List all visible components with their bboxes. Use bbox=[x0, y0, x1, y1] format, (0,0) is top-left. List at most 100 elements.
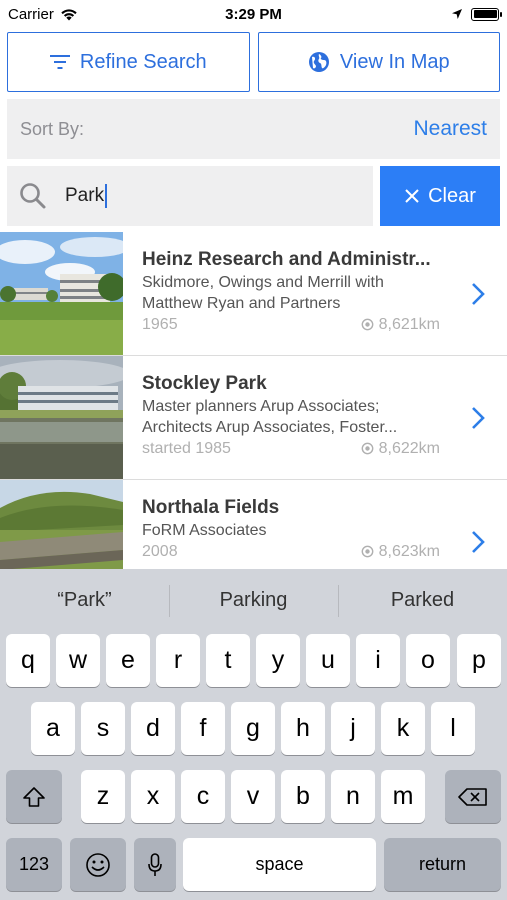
item-body: Stockley Park Master planners Arup Assoc… bbox=[123, 356, 507, 479]
key-x[interactable]: x bbox=[131, 770, 175, 823]
results-list[interactable]: Heinz Research and Administr... Skidmore… bbox=[0, 232, 507, 569]
key-q[interactable]: q bbox=[6, 634, 50, 687]
key-b[interactable]: b bbox=[281, 770, 325, 823]
key-j[interactable]: j bbox=[331, 702, 375, 755]
key-c[interactable]: c bbox=[181, 770, 225, 823]
key-w[interactable]: w bbox=[56, 634, 100, 687]
suggestion-item[interactable]: Parking bbox=[169, 584, 338, 617]
key-row-1: q w e r t y u i o p bbox=[0, 634, 507, 689]
item-distance: 8,623km bbox=[361, 541, 440, 562]
building-thumbnail bbox=[0, 480, 123, 569]
view-in-map-button[interactable]: View In Map bbox=[257, 32, 500, 92]
close-icon bbox=[405, 189, 419, 203]
carrier-label: Carrier bbox=[8, 5, 54, 23]
emoji-key[interactable] bbox=[70, 838, 126, 891]
search-field-value: Park bbox=[65, 184, 108, 208]
delete-key[interactable] bbox=[445, 770, 501, 823]
key-f[interactable]: f bbox=[181, 702, 225, 755]
key-y[interactable]: y bbox=[256, 634, 300, 687]
item-distance: 8,622km bbox=[361, 438, 440, 459]
key-d[interactable]: d bbox=[131, 702, 175, 755]
item-meta: started 1985 8,622km bbox=[142, 438, 440, 459]
item-subtitle: Skidmore, Owings and Merrill with Matthe… bbox=[142, 274, 384, 312]
key-s[interactable]: s bbox=[81, 702, 125, 755]
item-body: Northala Fields FoRM Associates 2008 8,6… bbox=[123, 480, 507, 569]
key-i[interactable]: i bbox=[356, 634, 400, 687]
suggestion-bar: “Park” Parking Parked bbox=[0, 569, 507, 631]
search-input[interactable]: Park bbox=[7, 166, 373, 226]
backspace-icon bbox=[458, 787, 487, 806]
key-u[interactable]: u bbox=[306, 634, 350, 687]
list-item[interactable]: Heinz Research and Administr... Skidmore… bbox=[0, 232, 507, 356]
emoji-icon bbox=[86, 852, 110, 877]
status-right bbox=[451, 7, 502, 21]
key-k[interactable]: k bbox=[381, 702, 425, 755]
key-v[interactable]: v bbox=[231, 770, 275, 823]
space-key[interactable]: space bbox=[183, 838, 376, 891]
list-item[interactable]: Stockley Park Master planners Arup Assoc… bbox=[0, 356, 507, 480]
sort-value-button[interactable]: Nearest bbox=[413, 117, 487, 141]
return-key[interactable]: return bbox=[384, 838, 501, 891]
key-row-4: 123 space return bbox=[0, 838, 507, 893]
shift-icon bbox=[23, 786, 45, 807]
item-distance: 8,621km bbox=[361, 314, 440, 335]
building-thumbnail bbox=[0, 356, 123, 479]
key-g[interactable]: g bbox=[231, 702, 275, 755]
status-bar: Carrier 3:29 PM bbox=[0, 0, 507, 28]
building-thumbnail bbox=[0, 232, 123, 355]
sort-row[interactable]: Sort By: Nearest bbox=[7, 99, 500, 159]
numbers-key[interactable]: 123 bbox=[6, 838, 62, 891]
key-l[interactable]: l bbox=[431, 702, 475, 755]
location-icon bbox=[361, 318, 374, 331]
item-title: Heinz Research and Administr... bbox=[142, 249, 431, 270]
location-arrow-icon bbox=[452, 9, 462, 19]
list-item[interactable]: Northala Fields FoRM Associates 2008 8,6… bbox=[0, 480, 507, 569]
key-h[interactable]: h bbox=[281, 702, 325, 755]
location-icon bbox=[361, 545, 374, 558]
suggestion-item[interactable]: Parked bbox=[338, 584, 507, 617]
chevron-right-icon[interactable] bbox=[471, 406, 485, 430]
key-r[interactable]: r bbox=[156, 634, 200, 687]
item-meta: 2008 8,623km bbox=[142, 541, 440, 562]
view-in-map-label: View In Map bbox=[339, 50, 450, 73]
sort-by-label: Sort By: bbox=[20, 118, 85, 139]
battery-icon bbox=[471, 7, 502, 21]
key-p[interactable]: p bbox=[457, 634, 501, 687]
item-body: Heinz Research and Administr... Skidmore… bbox=[123, 232, 507, 355]
clear-button[interactable]: Clear bbox=[380, 166, 500, 226]
refine-search-button[interactable]: Refine Search bbox=[7, 32, 250, 92]
chevron-right-icon[interactable] bbox=[471, 282, 485, 306]
microphone-icon bbox=[148, 852, 162, 876]
key-m[interactable]: m bbox=[381, 770, 425, 823]
item-subtitle: FoRM Associates bbox=[142, 522, 267, 539]
item-meta: 1965 8,621km bbox=[142, 314, 440, 335]
location-icon bbox=[361, 442, 374, 455]
globe-icon bbox=[308, 52, 329, 72]
suggestion-item[interactable]: “Park” bbox=[0, 589, 169, 612]
key-o[interactable]: o bbox=[406, 634, 450, 687]
filter-icon bbox=[49, 55, 70, 69]
item-title: Stockley Park bbox=[142, 373, 267, 394]
item-year: started 1985 bbox=[142, 440, 231, 457]
chevron-right-icon[interactable] bbox=[471, 530, 485, 554]
dictation-key[interactable] bbox=[134, 838, 176, 891]
key-t[interactable]: t bbox=[206, 634, 250, 687]
text-cursor bbox=[105, 184, 108, 208]
item-title: Northala Fields bbox=[142, 497, 280, 518]
key-n[interactable]: n bbox=[331, 770, 375, 823]
key-row-3: z x c v b n m bbox=[0, 770, 507, 825]
key-e[interactable]: e bbox=[106, 634, 150, 687]
item-subtitle: Master planners Arup Associates; Archite… bbox=[142, 398, 398, 436]
item-year: 1965 bbox=[142, 316, 178, 333]
key-row-2: a s d f g h j k l bbox=[0, 702, 507, 757]
key-a[interactable]: a bbox=[31, 702, 75, 755]
item-year: 2008 bbox=[142, 543, 178, 560]
top-buttons: Refine Search View In Map bbox=[7, 32, 500, 92]
wifi-icon bbox=[61, 8, 77, 20]
status-left: Carrier bbox=[8, 6, 78, 23]
shift-key[interactable] bbox=[6, 770, 62, 823]
search-row: Park Clear bbox=[7, 166, 500, 226]
clear-label: Clear bbox=[428, 184, 476, 207]
key-z[interactable]: z bbox=[81, 770, 125, 823]
refine-search-label: Refine Search bbox=[79, 50, 207, 73]
